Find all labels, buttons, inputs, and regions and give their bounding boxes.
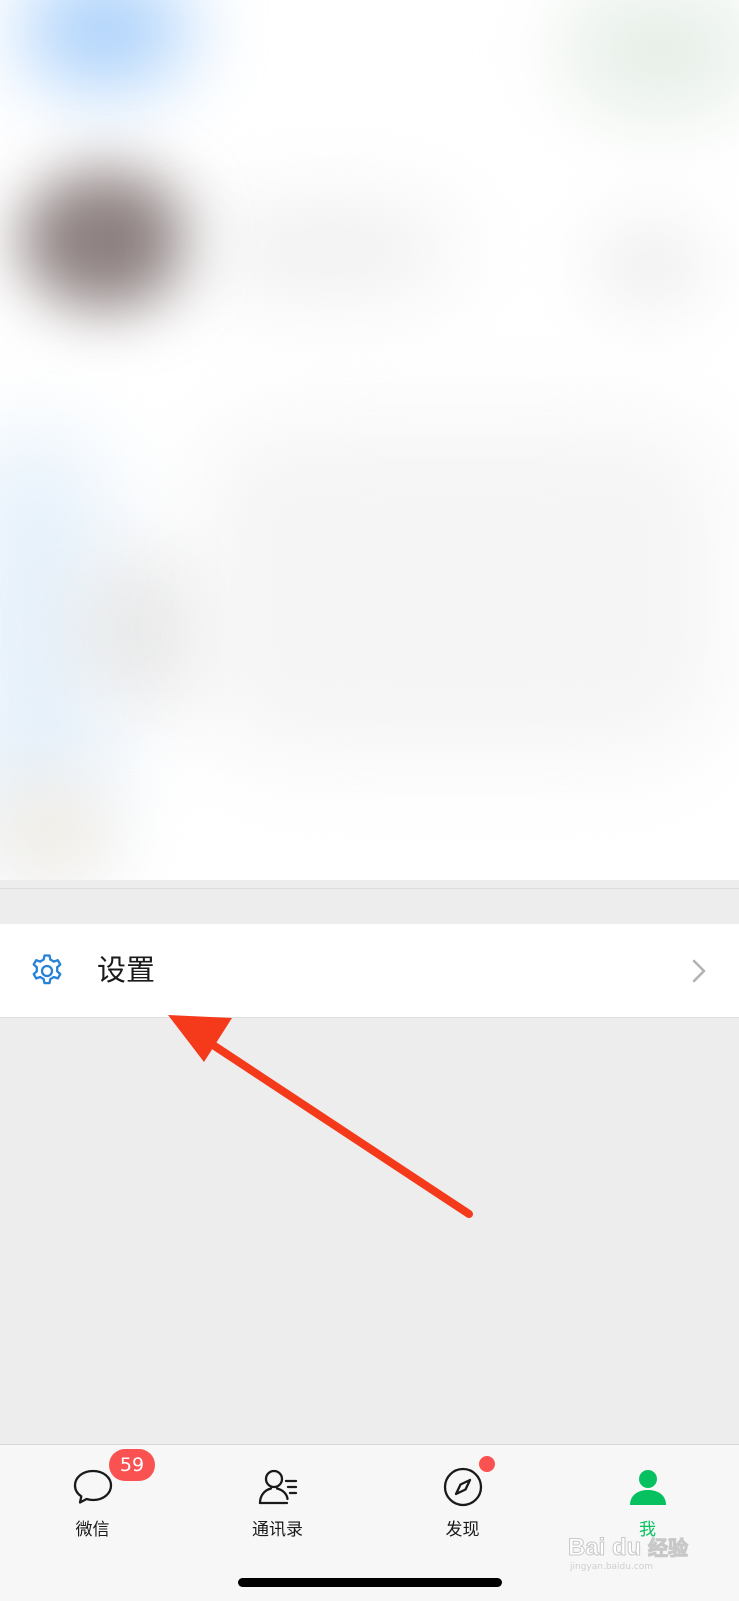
blurred-shape <box>20 0 190 90</box>
blurred-shape <box>560 0 739 120</box>
tab-me[interactable]: 我 <box>555 1445 739 1545</box>
contacts-icon <box>258 1469 297 1505</box>
home-indicator <box>238 1578 502 1587</box>
chat-bubble-icon <box>73 1469 112 1504</box>
gear-icon <box>32 954 62 985</box>
tab-label: 发现 <box>445 1520 480 1540</box>
blurred-avatar <box>20 170 190 310</box>
compass-icon <box>443 1467 482 1507</box>
tab-label: 微信 <box>75 1520 110 1540</box>
tab-chats[interactable]: 59 微信 <box>0 1445 185 1545</box>
svg-text:jingyan.baidu.com: jingyan.baidu.com <box>569 1562 653 1571</box>
tab-discover[interactable]: 发现 <box>370 1445 555 1545</box>
blurred-menu-rows <box>200 420 720 760</box>
tab-label: 通讯录 <box>252 1520 303 1540</box>
svg-text:经验: 经验 <box>648 1536 688 1560</box>
blurred-shape <box>590 220 710 310</box>
blurred-profile-area <box>0 0 739 880</box>
settings-row[interactable]: 设置 <box>0 924 739 1018</box>
unread-badge: 59 <box>109 1449 155 1481</box>
tab-contacts[interactable]: 通讯录 <box>185 1445 370 1545</box>
settings-label: 设置 <box>97 953 156 987</box>
section-separator <box>0 888 739 925</box>
watermark-logo: Bai du 经验 jingyan.baidu.com <box>568 1534 689 1572</box>
svg-text:Bai: Bai <box>568 1534 605 1561</box>
blurred-shape <box>0 780 110 880</box>
person-icon <box>629 1470 666 1505</box>
blurred-name <box>200 210 460 290</box>
svg-text:du: du <box>612 1534 641 1561</box>
notification-dot <box>479 1456 495 1472</box>
chevron-right-icon <box>692 959 706 983</box>
blurred-shape <box>80 560 220 700</box>
